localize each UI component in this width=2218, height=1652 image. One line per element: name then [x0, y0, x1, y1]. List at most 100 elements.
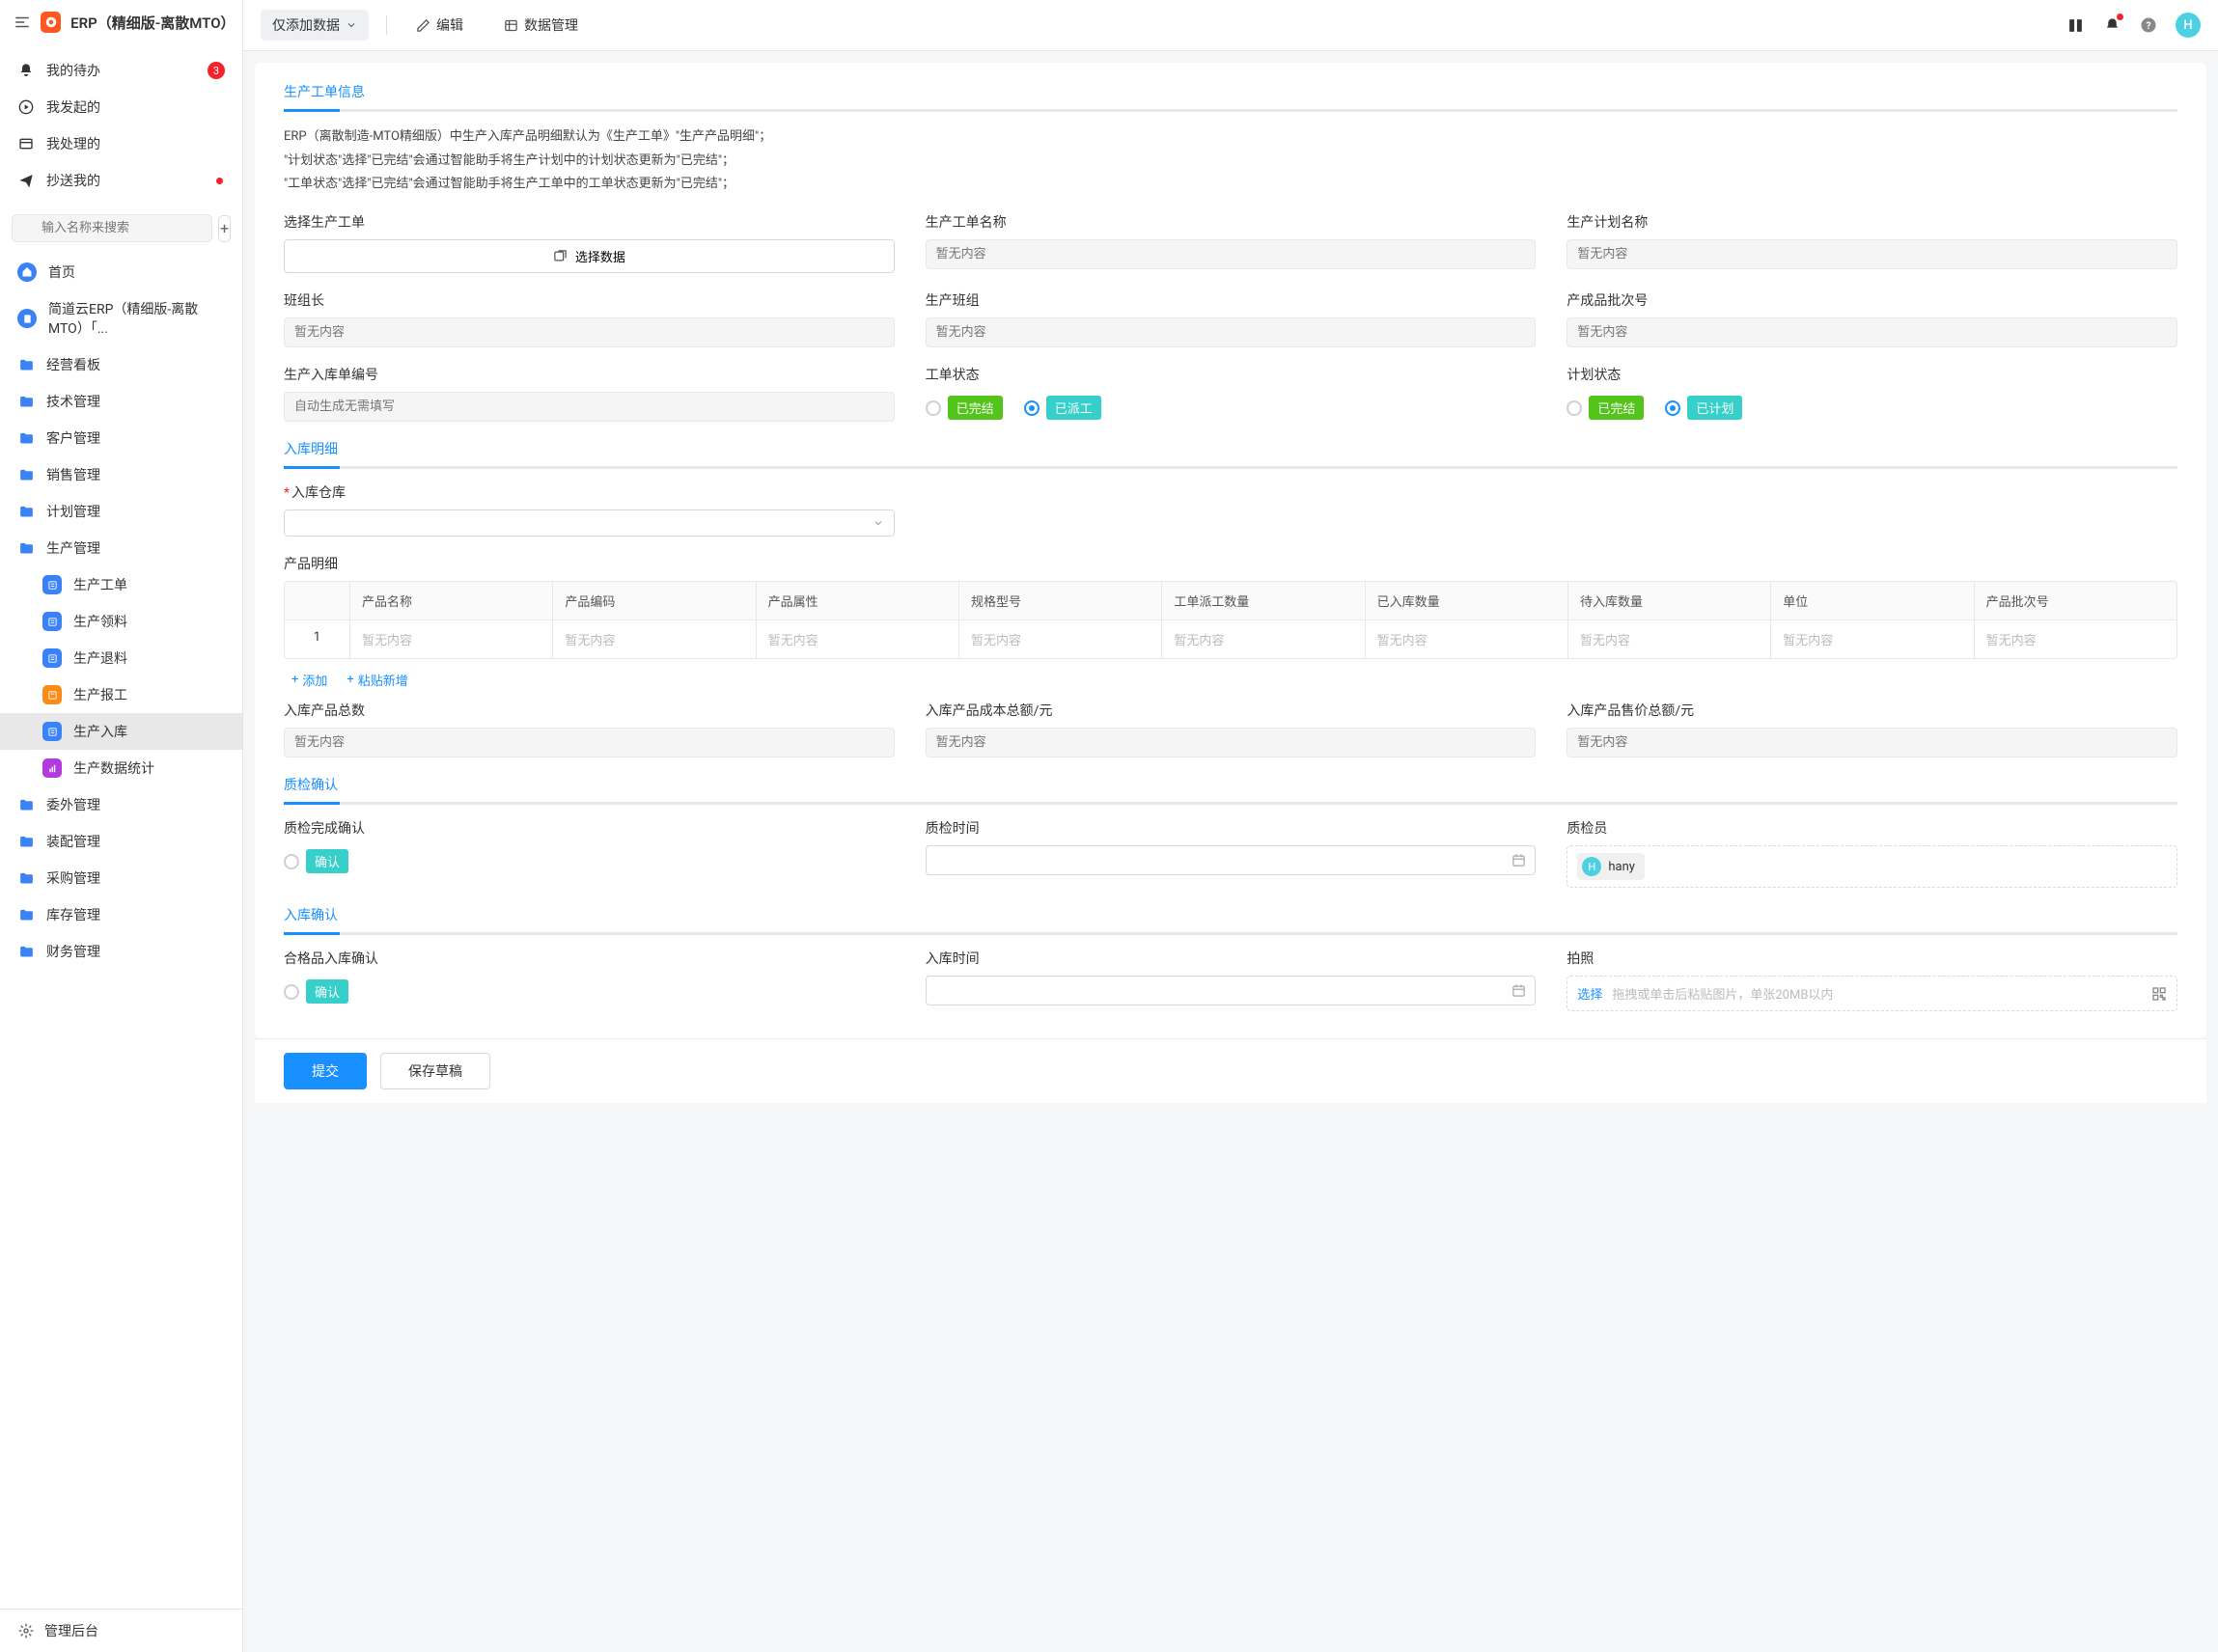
- sidebar-header: ERP（精细版-离散MTO）: [0, 0, 242, 44]
- folder-icon: [17, 833, 35, 850]
- cc-to-me[interactable]: 抄送我的: [0, 162, 242, 199]
- in-time-input[interactable]: [926, 976, 1537, 1005]
- search-input[interactable]: [12, 214, 212, 242]
- chart-icon: [42, 758, 62, 778]
- folder-icon: [17, 539, 35, 557]
- nav-销售管理[interactable]: 销售管理: [0, 456, 242, 493]
- nav-采购管理[interactable]: 采购管理: [0, 860, 242, 896]
- qr-icon: [2151, 986, 2167, 1002]
- folder-icon: [17, 429, 35, 447]
- nav-库存管理[interactable]: 库存管理: [0, 896, 242, 933]
- calendar-icon: [1511, 983, 1526, 998]
- radio-order-done[interactable]: 已完结: [926, 396, 1003, 420]
- help-icon[interactable]: ?: [2139, 15, 2158, 35]
- qc-person-input[interactable]: Hhany: [1566, 845, 2177, 888]
- nav-生产入库[interactable]: 生产入库: [0, 713, 242, 750]
- nav-生产领料[interactable]: 生产领料: [0, 603, 242, 640]
- save-draft-button[interactable]: 保存草稿: [380, 1053, 490, 1089]
- link-icon: [553, 249, 568, 263]
- radio-plan-done[interactable]: 已完结: [1566, 396, 1644, 420]
- label-in-no: 生产入库单编号: [284, 365, 895, 384]
- th-attr: 产品属性: [757, 582, 959, 620]
- radio-plan-planned[interactable]: 已计划: [1665, 396, 1742, 420]
- label-total-price: 入库产品售价总额/元: [1566, 701, 2177, 720]
- notification-icon[interactable]: [2102, 15, 2121, 35]
- submit-button[interactable]: 提交: [284, 1053, 367, 1089]
- form-icon: [42, 722, 62, 741]
- label-leader: 班组长: [284, 290, 895, 310]
- form-description: ERP（离散制造-MTO精细版）中生产入库产品明细默认为《生产工单》"生产产品明…: [284, 125, 2177, 197]
- member-avatar-icon: H: [1582, 857, 1601, 876]
- nav-生产工单[interactable]: 生产工单: [0, 566, 242, 603]
- radio-order-dispatched[interactable]: 已派工: [1024, 396, 1101, 420]
- nav-生产数据统计[interactable]: 生产数据统计: [0, 750, 242, 786]
- folder-icon: [17, 503, 35, 520]
- label-qc-person: 质检员: [1566, 818, 2177, 838]
- th-code: 产品编码: [553, 582, 756, 620]
- nav-计划管理[interactable]: 计划管理: [0, 493, 242, 530]
- apps-icon[interactable]: [2066, 15, 2085, 35]
- gear-icon: [17, 1622, 35, 1639]
- my-handled[interactable]: 我处理的: [0, 125, 242, 162]
- my-todo[interactable]: 我的待办3: [0, 52, 242, 89]
- nav-技术管理[interactable]: 技术管理: [0, 383, 242, 420]
- paste-row-button[interactable]: +粘贴新增: [347, 671, 407, 689]
- edit-button[interactable]: 编辑: [404, 10, 475, 41]
- radio-qc-confirm[interactable]: 确认: [284, 849, 348, 873]
- select-data-button[interactable]: 选择数据: [284, 239, 895, 273]
- inbox-icon: [17, 135, 35, 152]
- sidebar: ERP（精细版-离散MTO） 我的待办3 我发起的 我处理的 抄送我的 + 首页…: [0, 0, 243, 1652]
- folder-icon: [17, 906, 35, 923]
- add-row-button[interactable]: +添加: [291, 671, 327, 689]
- photo-upload[interactable]: 选择拖拽或单击后粘贴图片，单张20MB以内: [1566, 976, 2177, 1011]
- admin-link[interactable]: 管理后台: [0, 1609, 242, 1652]
- nav-装配管理[interactable]: 装配管理: [0, 823, 242, 860]
- warehouse-select[interactable]: [284, 509, 895, 537]
- form-icon: [42, 648, 62, 668]
- radio-in-confirm[interactable]: 确认: [284, 979, 348, 1004]
- sidebar-quick-links: 我的待办3 我发起的 我处理的 抄送我的: [0, 44, 242, 206]
- label-in-time: 入库时间: [926, 949, 1537, 968]
- nav-生产管理[interactable]: 生产管理: [0, 530, 242, 566]
- th-qty1: 工单派工数量: [1162, 582, 1365, 620]
- label-total-qty: 入库产品总数: [284, 701, 895, 720]
- bell-icon: [17, 62, 35, 79]
- folder-icon: [17, 869, 35, 887]
- label-order-name: 生产工单名称: [926, 212, 1537, 232]
- th-qty2: 已入库数量: [1366, 582, 1568, 620]
- label-warehouse: 入库仓库: [284, 482, 895, 502]
- section-title-in: 入库确认: [284, 905, 2177, 932]
- doc-icon: [17, 309, 37, 328]
- nav-财务管理[interactable]: 财务管理: [0, 933, 242, 970]
- label-team: 生产班组: [926, 290, 1537, 310]
- nav-委外管理[interactable]: 委外管理: [0, 786, 242, 823]
- batch-input: [1566, 317, 2177, 347]
- nav-客户管理[interactable]: 客户管理: [0, 420, 242, 456]
- nav-生产报工[interactable]: 生产报工: [0, 676, 242, 713]
- folder-icon: [17, 943, 35, 960]
- total-qty-input: [284, 728, 895, 757]
- th-unit: 单位: [1771, 582, 1974, 620]
- nav-首页[interactable]: 首页: [0, 254, 242, 290]
- topbar: 仅添加数据 编辑 数据管理 ? H: [243, 0, 2218, 51]
- menu-toggle-icon[interactable]: [14, 14, 31, 31]
- data-manage-button[interactable]: 数据管理: [492, 10, 590, 41]
- app-title: ERP（精细版-离散MTO）: [70, 13, 229, 33]
- table-row[interactable]: 1 暂无内容暂无内容暂无内容暂无内容暂无内容暂无内容暂无内容暂无内容暂无内容: [285, 620, 2176, 658]
- folder-icon: [17, 466, 35, 483]
- form-card: 生产工单信息 ERP（离散制造-MTO精细版）中生产入库产品明细默认为《生产工单…: [255, 63, 2206, 1038]
- nav-简道云ERP（精细版-离散MTO）「...[interactable]: 简道云ERP（精细版-离散MTO）「...: [0, 290, 242, 346]
- append-data-button[interactable]: 仅添加数据: [261, 10, 369, 41]
- nav-经营看板[interactable]: 经营看板: [0, 346, 242, 383]
- label-plan-status: 计划状态: [1566, 365, 2177, 384]
- my-initiated[interactable]: 我发起的: [0, 89, 242, 125]
- folder-icon: [17, 356, 35, 373]
- qc-time-input[interactable]: [926, 845, 1537, 875]
- calendar-icon: [1511, 853, 1526, 867]
- table-header: 产品名称 产品编码 产品属性 规格型号 工单派工数量 已入库数量 待入库数量 单…: [285, 582, 2176, 620]
- table-actions: +添加 +粘贴新增: [284, 659, 2177, 701]
- user-avatar[interactable]: H: [2176, 13, 2201, 38]
- add-button[interactable]: +: [218, 215, 231, 242]
- todo-badge: 3: [208, 62, 225, 79]
- nav-生产退料[interactable]: 生产退料: [0, 640, 242, 676]
